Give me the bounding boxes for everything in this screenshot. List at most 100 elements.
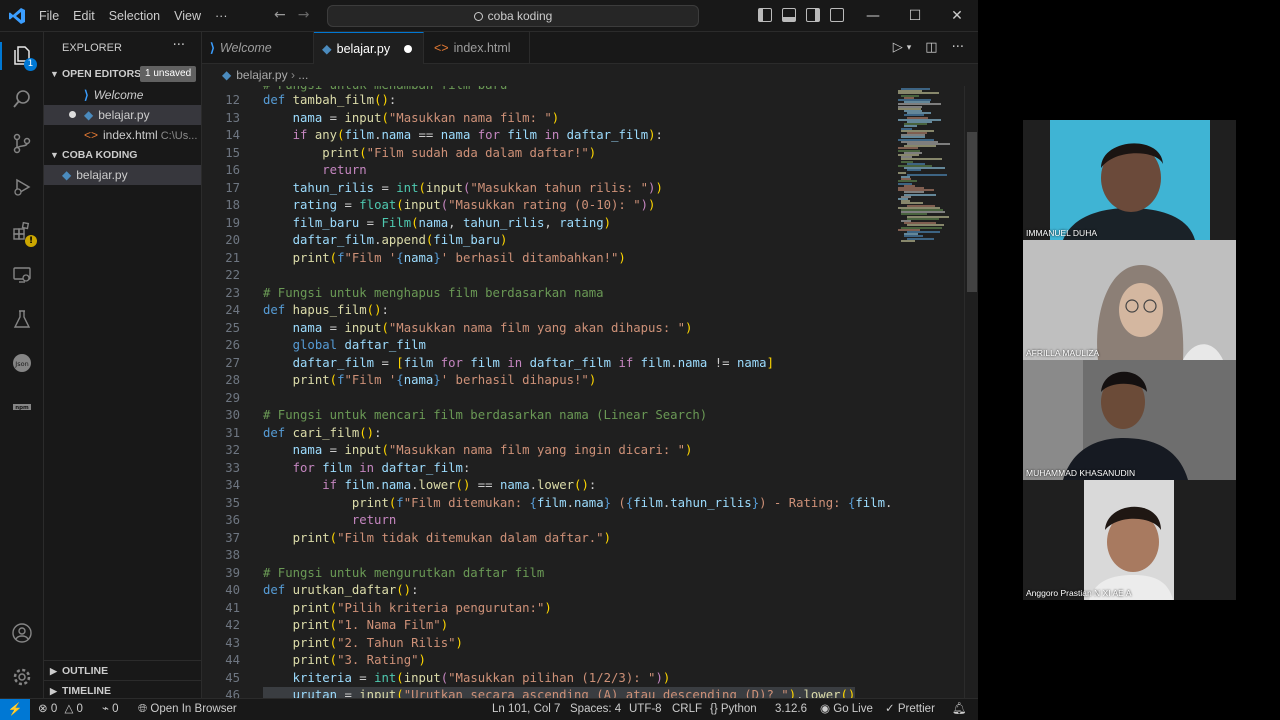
video-tile-2: AFRILLA MAULIZA [1023,240,1236,360]
open-editors-header[interactable]: ▼ OPEN EDITORS 1 unsaved [44,64,202,84]
code-line-21: 21 print(f"Film '{nama}' berhasil ditamb… [202,250,892,268]
file-label: belajar.py [76,168,128,182]
line-number: 17 [225,180,240,195]
remote-explorer-icon[interactable] [10,264,34,288]
notifications-bell-icon[interactable]: 🔔︎ [952,699,967,720]
code-line-43: 43 print("2. Tahun Rilis") [202,635,892,653]
line-number: 46 [225,688,240,698]
more-actions-icon[interactable]: ··· [952,40,964,56]
code-line-26: 26 global daftar_film [202,337,892,355]
scrollbar-thumb[interactable] [967,132,977,292]
language-mode[interactable]: {} Python [710,699,757,720]
prettier-label: Prettier [897,703,935,715]
open-editor-label: index.html [103,128,158,142]
menu-file[interactable]: File [32,9,66,23]
menu-selection[interactable]: Selection [102,9,167,23]
run-debug-icon[interactable] [10,176,34,200]
participant-video-image [1023,360,1236,480]
testing-flask-icon[interactable] [10,308,34,332]
menu-bar: File Edit Selection View ··· [32,0,235,32]
ports-indicator[interactable]: ⌁ 0 [102,699,119,720]
participant-video-image [1023,240,1236,360]
menu-edit[interactable]: Edit [66,9,102,23]
code-line-29: 29 [202,390,892,408]
cursor-position[interactable]: Ln 101, Col 7 [492,699,560,720]
minimap[interactable] [892,86,964,698]
breadcrumb-rest[interactable]: ... [298,68,308,82]
nav-arrows: ← → [274,7,309,23]
title-bar: File Edit Selection View ··· ← → coba ko… [0,0,978,32]
folder-header[interactable]: ▼ COBA KODING [44,145,202,165]
tab-welcome[interactable]: ⟩ Welcome [202,32,314,64]
tab-belajar[interactable]: ◆ belajar.py [314,32,424,64]
explorer-icon[interactable]: 1 [10,44,37,71]
minimize-button[interactable]: — [852,0,894,32]
menu-more[interactable]: ··· [208,9,235,23]
svg-text:Json: Json [14,360,28,368]
command-center-search[interactable]: coba koding [327,5,699,27]
extensions-icon[interactable]: ! [10,220,37,247]
chevron-down-icon: ▼ [50,69,59,79]
go-live-button[interactable]: ◉ Go Live [820,699,873,720]
participant-name: IMMANUEL DUHA [1026,228,1097,238]
breadcrumb-file[interactable]: belajar.py [236,68,287,82]
warning-badge-icon: ! [25,235,37,247]
menu-view[interactable]: View [167,9,208,23]
remote-indicator-icon[interactable]: ⚡ [0,699,30,720]
line-number: 41 [225,600,240,615]
toggle-primary-sidebar-icon[interactable] [758,8,772,22]
maximize-button[interactable]: ☐ [894,0,936,32]
python-version[interactable]: 3.12.6 [775,699,807,720]
code-line-32: 32 nama = input("Masukkan nama film yang… [202,442,892,460]
open-editor-belajar[interactable]: ◆ belajar.py [44,105,201,125]
svg-text:npm: npm [15,405,29,411]
outline-label: OUTLINE [62,665,109,677]
toggle-secondary-sidebar-icon[interactable] [806,8,820,22]
folder-label: COBA KODING [62,149,138,161]
source-control-icon[interactable] [10,132,34,156]
search-sidebar-icon[interactable] [10,88,34,112]
participant-name: MUHAMMAD KHASANUDIN [1026,468,1136,478]
code-line-17: 17 tahun_rilis = int(input("Masukkan tah… [202,180,892,198]
run-dropdown-chevron-icon[interactable]: ▾ [907,40,912,56]
tab-index[interactable]: <> index.html [424,32,530,64]
unsaved-dot-icon[interactable] [404,45,413,53]
editor-scrollbar[interactable] [964,86,978,698]
explorer-more-button[interactable]: ··· [173,38,185,53]
line-number: 33 [225,460,240,475]
prettier-button[interactable]: ✓ Prettier [885,699,935,720]
open-in-browser-button[interactable]: 🌐︎ Open In Browser [138,699,237,720]
encoding[interactable]: UTF-8 [629,699,662,720]
open-editor-index[interactable]: <> index.html C:\Us... [44,125,201,145]
minimap-line [901,239,915,242]
line-number: 27 [225,355,240,370]
folder-file-belajar[interactable]: ◆ belajar.py [44,165,201,185]
tab-label: index.html [453,41,511,55]
line-number: 36 [225,513,240,527]
line-number: 32 [225,443,240,457]
outline-header[interactable]: ▶ OUTLINE [44,660,202,680]
open-editor-welcome[interactable]: ⟩ Welcome [44,85,201,105]
toggle-panel-icon[interactable] [782,8,796,22]
participant-name: Anggoro Prastian N XI AE A [1026,588,1132,598]
timeline-header[interactable]: ▶ TIMELINE [44,680,202,700]
code-line-39: 39 # Fungsi untuk mengurutkan daftar film [202,565,892,583]
back-arrow-icon[interactable]: ← [274,7,286,23]
forward-arrow-icon[interactable]: → [298,7,310,23]
indentation[interactable]: Spaces: 4 [570,699,621,720]
close-button[interactable]: ✕ [936,0,978,32]
settings-gear-icon[interactable] [10,666,34,690]
code-line-27: 27 daftar_film = [film for film in dafta… [202,355,892,373]
run-python-icon[interactable]: ▷ [893,40,903,56]
customize-layout-icon[interactable] [830,8,844,22]
open-in-browser-label: Open In Browser [150,703,237,715]
vscode-icon: ⟩ [210,41,215,55]
code-editor[interactable]: # Fungsi untuk menambah film baru 12def … [202,86,892,698]
end-of-line[interactable]: CRLF [672,699,702,720]
npm-icon[interactable]: npm [10,396,34,420]
split-editor-icon[interactable]: ◫ [925,40,937,56]
json-icon[interactable]: Json [10,352,34,376]
problems-indicator[interactable]: ⊗ 0 △ 0 [38,699,83,720]
accounts-icon[interactable] [10,622,34,646]
tab-label: belajar.py [336,42,391,56]
